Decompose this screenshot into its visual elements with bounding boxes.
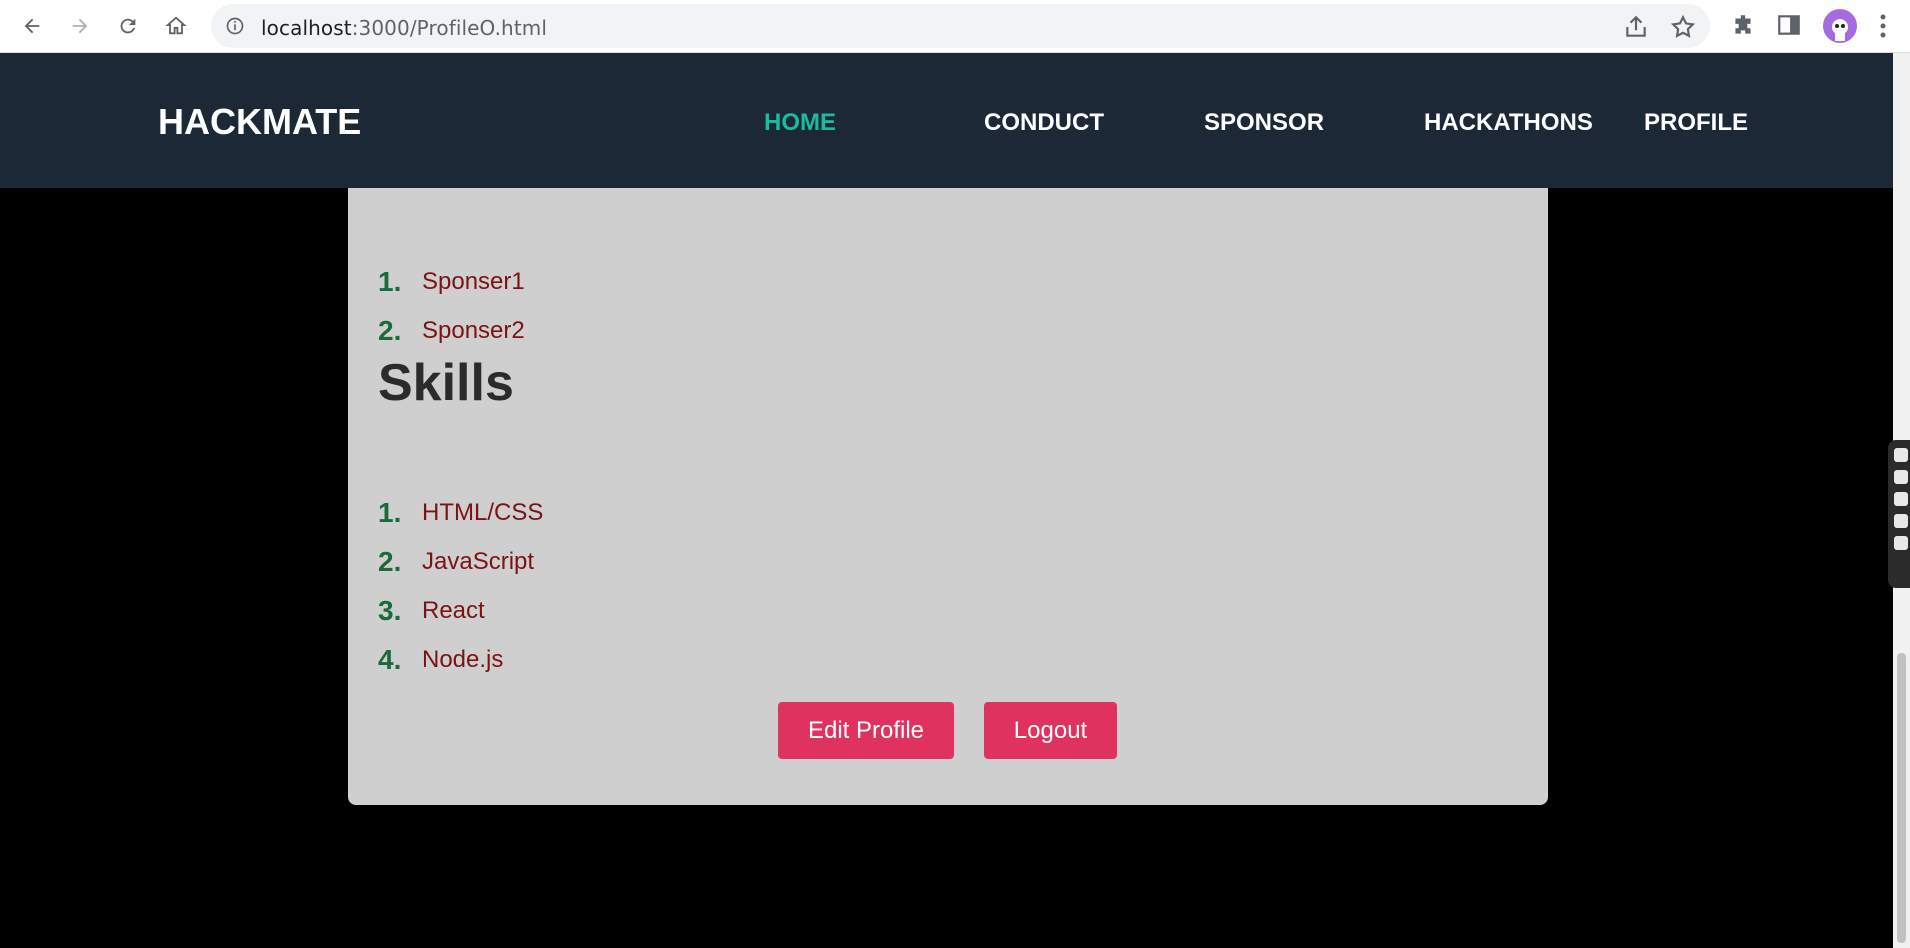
brand-logo[interactable]: HACKMATE [158, 101, 361, 143]
nav-hackathons[interactable]: HACKATHONS [1424, 109, 1593, 137]
sponsor-list: 1. Sponser1 2. Sponser2 [378, 257, 525, 355]
settings-icon[interactable] [1894, 536, 1908, 550]
list-number: 4. [378, 643, 402, 675]
nav-sponsor[interactable]: SPONSOR [1204, 109, 1324, 137]
url-host: localhost [261, 16, 352, 40]
list-item: 4. Node.js [378, 635, 543, 684]
nav-conduct[interactable]: CONDUCT [984, 109, 1104, 137]
skill-item: HTML/CSS [422, 498, 544, 526]
gallery-icon[interactable] [1894, 514, 1908, 528]
share-icon[interactable] [1623, 14, 1649, 40]
scroll-thumb[interactable] [1897, 653, 1906, 943]
logout-button[interactable]: Logout [984, 702, 1117, 759]
skill-item: Node.js [422, 645, 504, 673]
url-text[interactable]: localhost:3000/ProfileO.html [261, 16, 547, 40]
forward-icon[interactable] [62, 8, 98, 44]
camera-icon[interactable] [1894, 470, 1908, 484]
list-item: 1. Sponser1 [378, 257, 525, 306]
side-toolbar-widget[interactable] [1888, 440, 1910, 588]
reload-icon[interactable] [110, 8, 146, 44]
list-number: 1. [378, 496, 402, 528]
profile-avatar[interactable] [1823, 9, 1857, 43]
list-number: 3. [378, 594, 402, 626]
url-path: :3000/ProfileO.html [351, 16, 547, 40]
nav-home[interactable]: HOME [764, 109, 836, 137]
menu-icon[interactable] [1876, 12, 1890, 40]
info-icon[interactable] [225, 16, 245, 36]
pin-icon[interactable] [1894, 448, 1908, 462]
page-viewport: 1. Sponser1 2. Sponser2 Skills 1. HTML/C… [0, 53, 1893, 948]
list-item: 2. Sponser2 [378, 306, 525, 355]
list-item: 2. JavaScript [378, 537, 543, 586]
home-icon[interactable] [158, 8, 194, 44]
browser-toolbar: localhost:3000/ProfileO.html [0, 0, 1910, 53]
list-number: 1. [378, 265, 402, 297]
list-item: 1. HTML/CSS [378, 488, 543, 537]
skills-heading: Skills [378, 354, 514, 412]
skill-item: React [422, 596, 485, 624]
star-icon[interactable] [1670, 14, 1696, 40]
skills-list: 1. HTML/CSS 2. JavaScript 3. React 4. No… [378, 488, 543, 684]
video-icon[interactable] [1894, 492, 1908, 506]
side-panel-icon[interactable] [1776, 12, 1802, 38]
nav-profile[interactable]: PROFILE [1644, 109, 1748, 137]
sponsor-item: Sponser2 [422, 316, 525, 344]
sponsor-item: Sponser1 [422, 267, 525, 295]
extensions-icon[interactable] [1730, 12, 1756, 38]
skill-item: JavaScript [422, 547, 535, 575]
edit-profile-button[interactable]: Edit Profile [778, 702, 954, 759]
site-header: HACKMATE HOME CONDUCT SPONSOR HACKATHONS… [0, 53, 1893, 188]
profile-card: 1. Sponser1 2. Sponser2 Skills 1. HTML/C… [348, 173, 1548, 805]
address-bar[interactable]: localhost:3000/ProfileO.html [211, 4, 1710, 48]
list-item: 3. React [378, 586, 543, 635]
back-icon[interactable] [14, 8, 50, 44]
list-number: 2. [378, 314, 402, 346]
list-number: 2. [378, 545, 402, 577]
